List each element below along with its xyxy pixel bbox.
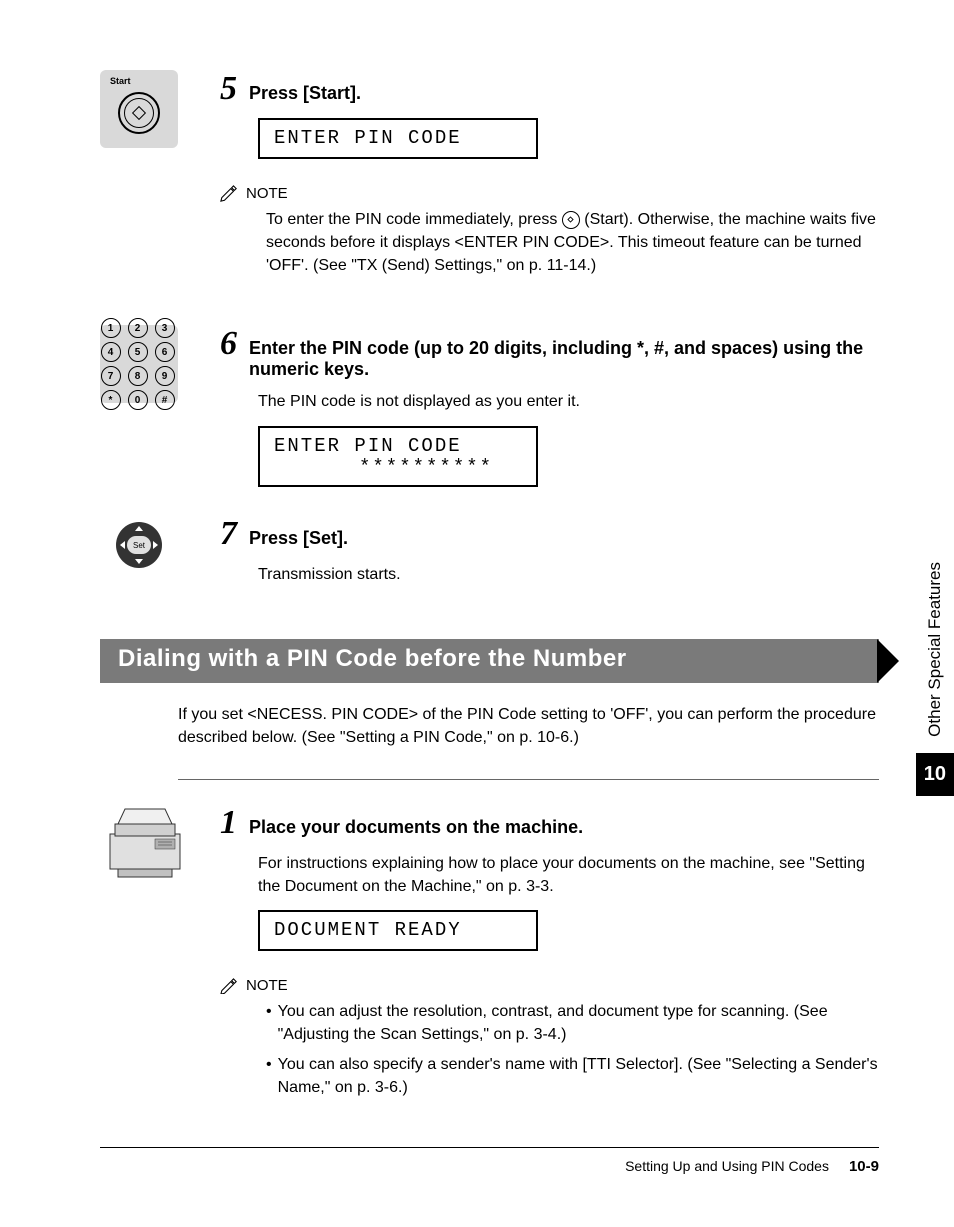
lcd-display: DOCUMENT READY [258, 910, 538, 951]
nav-set-icon: Set [100, 515, 190, 575]
key-9: 9 [155, 366, 175, 386]
section-heading: Dialing with a PIN Code before the Numbe… [100, 639, 879, 683]
key-2: 2 [128, 318, 148, 338]
start-icon [562, 211, 580, 229]
note-block: NOTE To enter the PIN code immediately, … [220, 185, 879, 278]
step-title: Press [Start]. [249, 83, 361, 104]
section-intro: If you set <NECESS. PIN CODE> of the PIN… [100, 703, 879, 749]
note-list: • You can adjust the resolution, contras… [220, 1000, 879, 1099]
key-1: 1 [101, 318, 121, 338]
side-chapter-title: Other Special Features [921, 550, 949, 749]
lcd-display: ENTER PIN CODE ********** [258, 426, 538, 488]
key-7: 7 [101, 366, 121, 386]
key-4: 4 [101, 342, 121, 362]
printer-icon [100, 804, 190, 882]
step-5: Start 5 Press [Start]. ENTER PIN CODE [100, 70, 879, 297]
start-button-icon: Start [100, 70, 190, 148]
step-body: For instructions explaining how to place… [220, 852, 879, 898]
start-label: Start [110, 76, 131, 86]
key-3: 3 [155, 318, 175, 338]
note-label: NOTE [246, 185, 288, 202]
note-block: NOTE • You can adjust the resolution, co… [220, 977, 879, 1099]
step-7: Set 7 Press [Set]. Transmission starts. [100, 515, 879, 598]
pencil-icon [220, 185, 238, 201]
side-chapter-number: 10 [916, 753, 954, 796]
key-0: 0 [128, 390, 148, 410]
side-tab: Other Special Features 10 [916, 550, 954, 796]
footer-page-number: 10-9 [849, 1158, 879, 1175]
step-number: 7 [220, 515, 237, 553]
step-title: Enter the PIN code (up to 20 digits, inc… [249, 338, 879, 380]
step-title: Place your documents on the machine. [249, 817, 583, 838]
step-number: 5 [220, 70, 237, 108]
step-number: 1 [220, 804, 237, 842]
key-8: 8 [128, 366, 148, 386]
step-6: 1 2 3 4 5 6 7 8 9 * 0 # 6 Enter the PIN … [100, 325, 879, 487]
note-label: NOTE [246, 977, 288, 994]
lcd-display: ENTER PIN CODE [258, 118, 538, 159]
step-number: 6 [220, 325, 237, 363]
step-body: Transmission starts. [220, 563, 879, 586]
key-star: * [101, 390, 121, 410]
page-footer: Setting Up and Using PIN Codes 10-9 [100, 1147, 879, 1175]
key-5: 5 [128, 342, 148, 362]
key-hash: # [155, 390, 175, 410]
step-1: 1 Place your documents on the machine. F… [100, 804, 879, 1119]
step-title: Press [Set]. [249, 528, 348, 549]
footer-title: Setting Up and Using PIN Codes [625, 1158, 829, 1174]
divider [178, 779, 879, 780]
numeric-keypad-icon: 1 2 3 4 5 6 7 8 9 * 0 # [100, 325, 190, 403]
pencil-icon [220, 978, 238, 994]
key-6: 6 [155, 342, 175, 362]
page-content: Start 5 Press [Start]. ENTER PIN CODE [0, 0, 954, 1207]
step-body: The PIN code is not displayed as you ent… [220, 390, 879, 413]
list-item: • You can adjust the resolution, contras… [266, 1000, 879, 1046]
note-body: To enter the PIN code immediately, press… [220, 208, 879, 278]
list-item: • You can also specify a sender's name w… [266, 1053, 879, 1099]
